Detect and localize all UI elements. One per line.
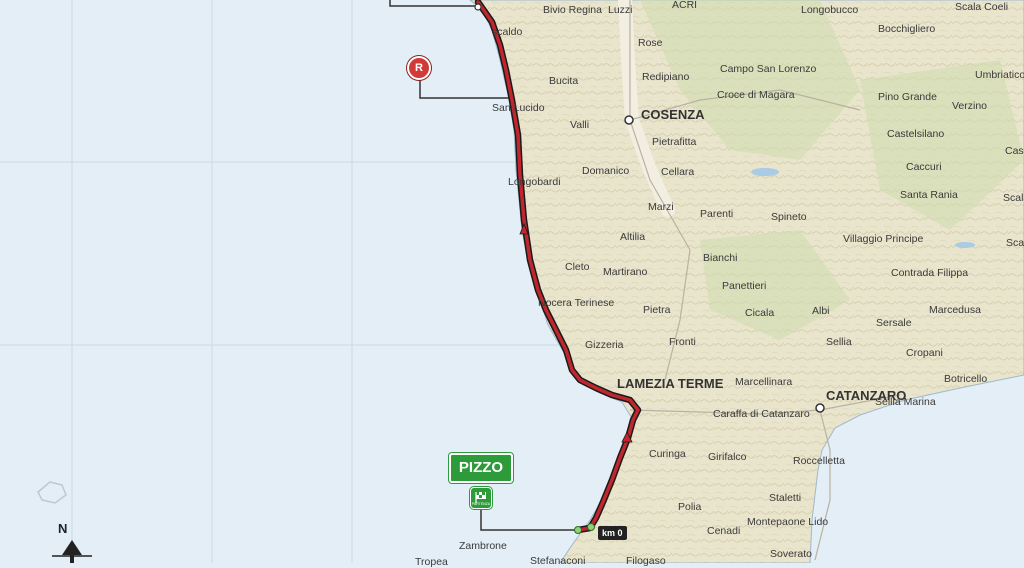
start-town-label[interactable]: PIZZO (449, 453, 513, 483)
place-label: Altilia (620, 231, 646, 243)
place-label: Panettieri (722, 280, 767, 292)
place-label: Caraffa di Catanzaro (713, 408, 810, 420)
place-label: Montepaone Lido (747, 516, 829, 528)
place-label: Zambrone (459, 540, 507, 552)
town-marker (474, 3, 482, 11)
place-label: Polia (678, 501, 702, 513)
place-label: scaldo (492, 26, 523, 38)
place-label: Roccelletta (793, 455, 845, 467)
place-label: Sellia Marina (875, 396, 936, 408)
place-label: Spineto (771, 211, 807, 223)
place-label: Cenadi (707, 525, 741, 537)
place-label: Cropani (906, 347, 943, 359)
start-flag-icon[interactable]: PARTENZA (470, 487, 492, 509)
place-label: Casal (1005, 145, 1024, 157)
place-label: Marcellinara (735, 376, 793, 388)
place-label: Marzi (648, 201, 674, 213)
place-label: Gizzeria (585, 339, 624, 351)
place-label: Redipiano (642, 71, 690, 83)
place-label: Longobardi (508, 176, 561, 188)
place-label: Bucita (549, 75, 579, 87)
place-label: LAMEZIA TERME (617, 376, 724, 391)
place-label: Domanico (582, 165, 630, 177)
place-label: Stefanaconi (530, 555, 586, 567)
place-label: Verzino (952, 100, 988, 112)
place-label: Valli (570, 119, 590, 131)
place-label: Cleto (565, 261, 590, 273)
place-label: Croce di Magara (717, 89, 795, 101)
place-label: Scar (1006, 237, 1024, 249)
place-label: Bocchigliero (878, 23, 936, 35)
place-label: Pino Grande (878, 91, 937, 103)
place-label: Campo San Lorenzo (720, 63, 817, 75)
place-label: Albi (812, 305, 830, 317)
place-label: Cicala (745, 307, 775, 319)
north-label: N (58, 521, 68, 536)
place-label: Nocera Terinese (538, 297, 615, 309)
start-point-dot (574, 526, 582, 534)
place-label: Longobucco (801, 4, 859, 16)
place-label: Girifalco (708, 451, 747, 463)
km-zero-label: km 0 (598, 526, 627, 540)
place-label: Castelsilano (887, 128, 945, 140)
place-label: Umbriatico (975, 69, 1024, 81)
place-label: Contrada Filippa (891, 267, 969, 279)
place-label: Luzzi (608, 4, 633, 16)
lake (955, 242, 975, 248)
place-label: San Lucido (492, 102, 545, 114)
checkpoint-badge[interactable]: R (407, 56, 431, 80)
place-label: Fronti (669, 336, 696, 348)
place-label: Rose (638, 37, 663, 49)
place-label: Sersale (876, 317, 912, 329)
place-label: Pietra (643, 304, 671, 316)
lake (751, 168, 779, 176)
city-marker-cosenza (624, 115, 634, 125)
place-label: Sellia (826, 336, 852, 348)
place-label: Villaggio Principe (843, 233, 924, 245)
place-label: Martirano (603, 266, 648, 278)
place-label: Caccuri (906, 161, 942, 173)
place-label: Bianchi (703, 252, 738, 264)
place-label: Soverato (770, 548, 813, 560)
place-label: Marcedusa (929, 304, 981, 316)
place-label: Curinga (649, 448, 686, 460)
place-label: Tropea (415, 556, 448, 568)
place-label: Santa Rania (900, 189, 958, 201)
start-flag-caption: PARTENZA (471, 502, 491, 506)
place-label: Staletti (769, 492, 802, 504)
place-label: Pietrafitta (652, 136, 697, 148)
place-label: Parenti (700, 208, 734, 220)
place-label: COSENZA (641, 107, 705, 122)
place-label: Bivio Regina (543, 4, 602, 16)
city-marker-catanzaro (815, 403, 825, 413)
place-label: Cellara (661, 166, 695, 178)
place-label: Filogaso (626, 555, 666, 567)
place-label: ACRI (672, 0, 698, 11)
place-label: Scala Coeli (955, 1, 1009, 13)
place-label: Scala Coeli (1003, 192, 1024, 204)
place-label: Botricello (944, 373, 988, 385)
start-point-dot (587, 523, 595, 531)
